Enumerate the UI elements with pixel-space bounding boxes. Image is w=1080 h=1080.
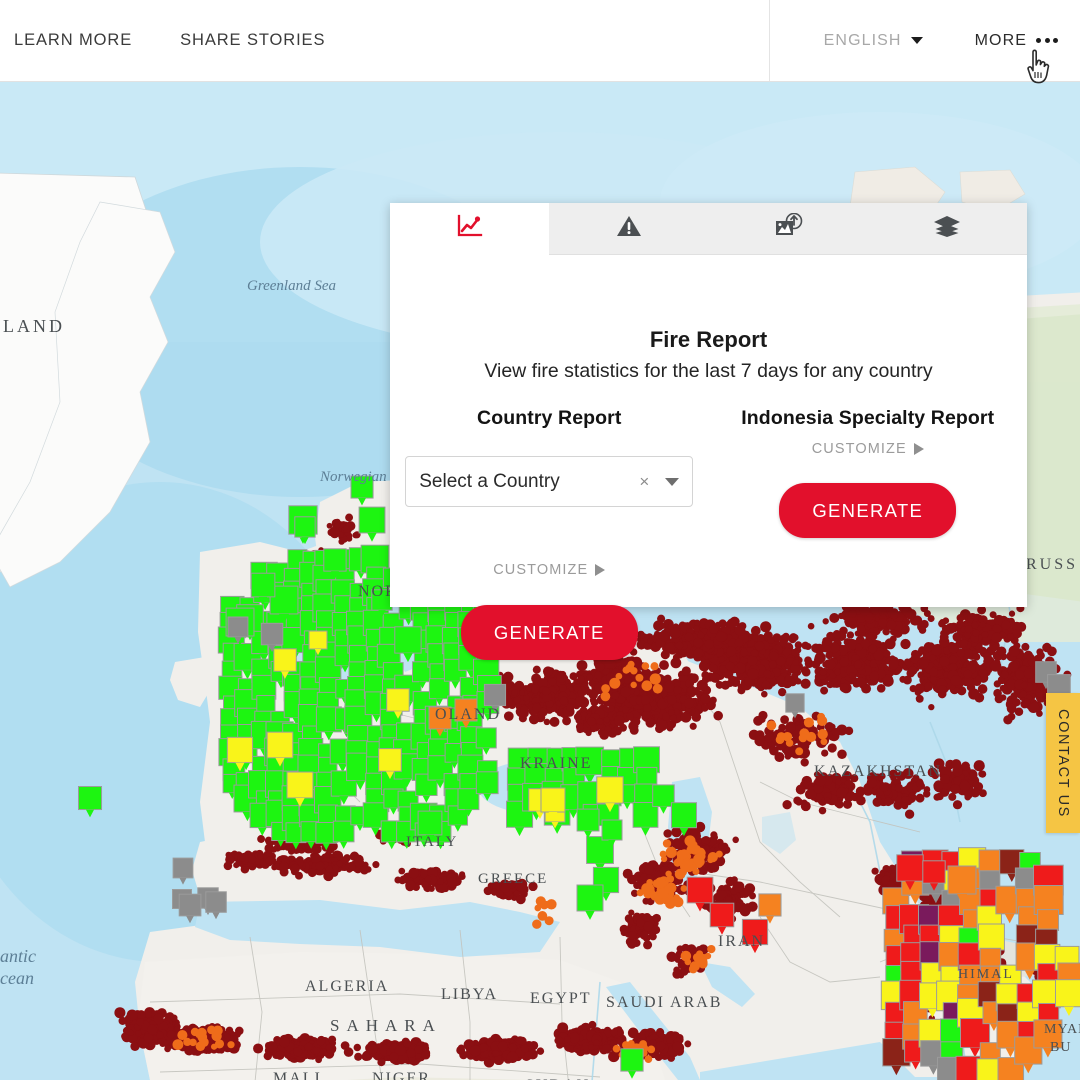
- ellipsis-icon: [1036, 38, 1058, 43]
- panel-title: Fire Report: [649, 327, 768, 352]
- page-root: Greenland SeaBarents SeaKara SeaNorwegia…: [0, 0, 1080, 1080]
- country-report-column: Country Report Select a Country × CUSTOM…: [390, 407, 709, 660]
- country-select[interactable]: Select a Country ×: [405, 456, 694, 507]
- country-customize-toggle[interactable]: CUSTOMIZE: [390, 562, 709, 578]
- nav-share-stories[interactable]: SHARE STORIES: [180, 31, 325, 50]
- tab-analysis[interactable]: [390, 203, 550, 255]
- chart-line-icon: [457, 214, 483, 243]
- country-select-value: Select a Country: [419, 470, 560, 492]
- layers-icon: [933, 214, 961, 243]
- contact-us-tab[interactable]: CONTACT US: [1046, 693, 1080, 833]
- indonesia-report-column: Indonesia Specialty Report CUSTOMIZE GEN…: [709, 407, 1028, 538]
- country-generate-button[interactable]: GENERATE: [460, 605, 638, 660]
- warning-triangle-icon: [616, 214, 642, 243]
- fire-report-panel: Fire Report View fire statistics for the…: [390, 203, 1028, 660]
- country-report-heading: Country Report: [477, 407, 622, 429]
- language-selector[interactable]: ENGLISH: [824, 32, 923, 50]
- panel-columns: Country Report Select a Country × CUSTOM…: [390, 407, 1028, 660]
- chevron-down-icon: [910, 37, 923, 44]
- image-export-icon: [773, 212, 803, 244]
- tab-alerts[interactable]: [549, 203, 709, 255]
- panel-body: Fire Report View fire statistics for the…: [390, 255, 1028, 660]
- header-divider: [769, 0, 770, 81]
- panel-subtitle: View fire statistics for the last 7 days…: [484, 360, 933, 382]
- indonesia-generate-wrap: GENERATE: [709, 483, 1028, 538]
- contact-us-label: CONTACT US: [1055, 708, 1071, 818]
- indonesia-customize-toggle[interactable]: CUSTOMIZE: [709, 441, 1028, 457]
- panel-tab-bar: [390, 203, 1027, 255]
- more-menu-button[interactable]: MORE: [975, 32, 1058, 50]
- tab-image-export[interactable]: [708, 203, 868, 255]
- indonesia-generate-button[interactable]: GENERATE: [779, 483, 957, 538]
- site-header: LEARN MORE SHARE STORIES ENGLISH MORE: [0, 0, 1080, 82]
- clear-icon[interactable]: ×: [639, 473, 649, 490]
- chevron-down-icon[interactable]: [665, 477, 680, 486]
- country-generate-wrap: GENERATE: [390, 605, 709, 660]
- language-label: ENGLISH: [823, 31, 902, 49]
- tab-layers[interactable]: [867, 203, 1027, 255]
- indonesia-report-heading: Indonesia Specialty Report: [741, 407, 995, 429]
- header-nav-right: ENGLISH MORE: [824, 0, 1058, 81]
- play-triangle-icon: [913, 443, 924, 455]
- play-triangle-icon: [595, 564, 606, 576]
- country-customize-label: CUSTOMIZE: [493, 562, 589, 578]
- header-nav-left: LEARN MORE SHARE STORIES: [0, 0, 373, 81]
- nav-learn-more[interactable]: LEARN MORE: [14, 31, 132, 50]
- indonesia-customize-label: CUSTOMIZE: [811, 441, 907, 457]
- more-label: MORE: [974, 31, 1027, 49]
